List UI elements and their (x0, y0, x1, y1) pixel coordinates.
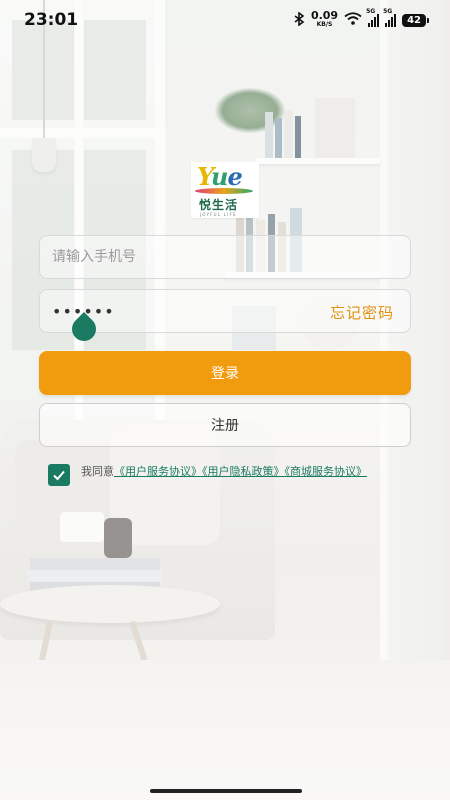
agreement-text: 我同意《用户服务协议》《用户隐私政策》《商城服务协议》 (81, 465, 368, 478)
battery-icon: 42 (402, 13, 429, 27)
forgot-password-link[interactable]: 忘记密码 (330, 302, 394, 323)
register-button[interactable]: 注册 (39, 403, 411, 447)
logo-brand-en: JOYFUL LIFE (200, 212, 237, 217)
network-speed: 0.09 KB/S (310, 9, 339, 28)
mall-agreement-link[interactable]: 《商城服务协议》 (285, 465, 368, 478)
status-bar: 23:01 0.09 KB/S 5G 5G 42 (0, 0, 450, 40)
user-agreement-link[interactable]: 《用户服务协议》 (114, 465, 202, 478)
logo-brand-cn: 悦生活 (199, 198, 239, 212)
login-button[interactable]: 登录 (39, 351, 411, 395)
bluetooth-icon (294, 10, 305, 29)
phone-input[interactable] (52, 236, 392, 278)
phone-field[interactable] (39, 235, 411, 279)
background-room-image (0, 0, 450, 800)
signal-icon-sim2: 5G (383, 8, 397, 27)
checkmark-icon (53, 470, 65, 481)
signal-icon-sim1: 5G (366, 8, 380, 27)
agreement-checkbox[interactable] (48, 464, 70, 486)
status-time: 23:01 (24, 10, 79, 30)
home-indicator[interactable] (150, 789, 302, 793)
wifi-icon (344, 12, 362, 28)
privacy-policy-link[interactable]: 《用户隐私政策》 (202, 465, 285, 478)
app-logo: Yue 悦生活 JOYFUL LIFE (191, 162, 259, 218)
logo-mark: Yue (197, 162, 243, 191)
